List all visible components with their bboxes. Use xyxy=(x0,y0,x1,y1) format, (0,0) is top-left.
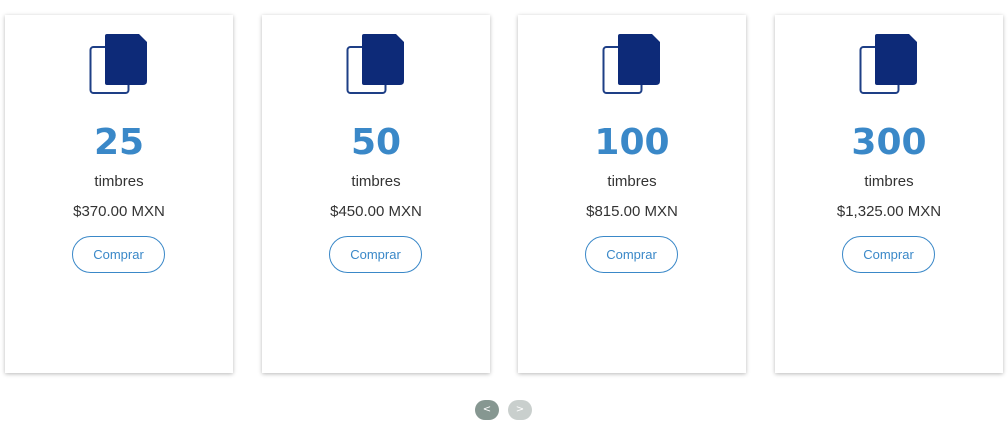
package-card: 25 timbres $370.00 MXN Comprar xyxy=(5,15,233,373)
package-quantity: 100 xyxy=(594,122,670,163)
documents-icon xyxy=(859,34,917,94)
package-price: $370.00 MXN xyxy=(73,203,165,220)
carousel-prev-button[interactable]: < xyxy=(475,400,499,420)
documents-icon xyxy=(602,34,660,94)
carousel-next-button[interactable]: > xyxy=(508,400,532,420)
package-card: 300 timbres $1,325.00 MXN Comprar xyxy=(775,15,1003,373)
pricing-carousel: 25 timbres $370.00 MXN Comprar 50 timbre… xyxy=(0,0,1008,426)
package-quantity: 300 xyxy=(851,122,927,163)
package-price: $450.00 MXN xyxy=(330,203,422,220)
package-unit: timbres xyxy=(607,173,657,190)
documents-icon xyxy=(346,34,404,94)
buy-button[interactable]: Comprar xyxy=(72,236,165,273)
package-unit: timbres xyxy=(351,173,401,190)
package-price: $815.00 MXN xyxy=(586,203,678,220)
package-unit: timbres xyxy=(94,173,144,190)
package-unit: timbres xyxy=(864,173,914,190)
buy-button[interactable]: Comprar xyxy=(585,236,678,273)
package-card: 50 timbres $450.00 MXN Comprar xyxy=(262,15,490,373)
package-price: $1,325.00 MXN xyxy=(836,203,942,220)
package-card: 100 timbres $815.00 MXN Comprar xyxy=(518,15,746,373)
buy-button[interactable]: Comprar xyxy=(329,236,422,273)
package-quantity: 50 xyxy=(350,122,402,163)
buy-button[interactable]: Comprar xyxy=(842,236,935,273)
documents-icon xyxy=(89,34,147,94)
package-quantity: 25 xyxy=(93,122,145,163)
